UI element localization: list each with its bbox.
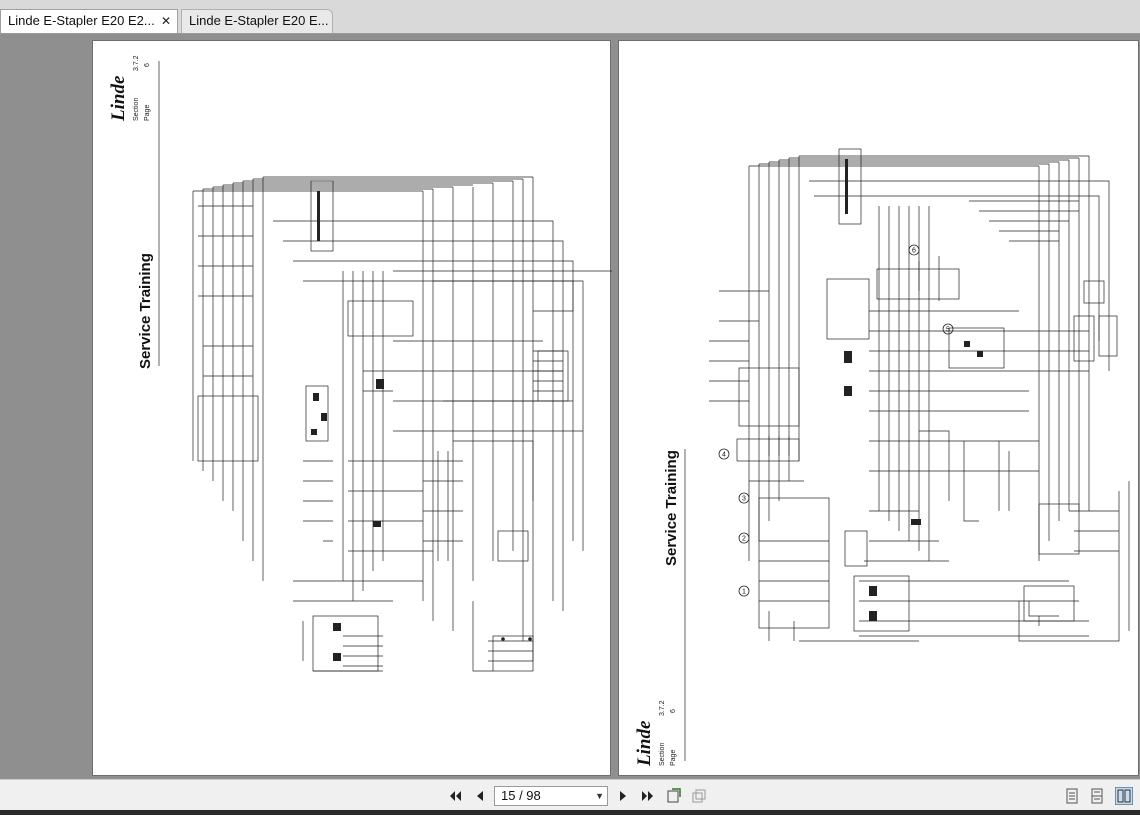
single-page-icon[interactable] [1064,788,1080,804]
close-icon[interactable]: ✕ [159,10,173,32]
section-value: 3.7.2 [133,55,140,71]
page-label: Page [670,749,677,766]
page-number-select[interactable]: 15 / 98 ▼ [494,786,608,806]
previous-page-icon[interactable] [472,788,488,804]
page-right: 6 5 4 3 2 1 Service Training Linde Secti… [618,40,1139,776]
page-title: Service Training [663,450,680,566]
callout-1: 1 [742,589,746,596]
first-page-icon[interactable] [447,788,463,804]
fit-page-icon[interactable] [691,788,707,804]
document-viewer[interactable]: Linde Section Page 3.7.2 6 Service Train… [0,34,1140,779]
tab-label: Linde E-Stapler E20 E2... [8,13,155,28]
page-label: Page [144,104,151,121]
section-label: Section [133,97,140,121]
next-page-icon[interactable] [615,788,631,804]
callout-3: 3 [742,496,746,503]
tab-document-2[interactable]: Linde E-Stapler E20 E... [181,9,333,33]
two-page-icon[interactable] [1115,787,1133,805]
page-indicator: 15 / 98 [501,788,541,803]
tab-bar: Linde E-Stapler E20 E2... ✕ Linde E-Stap… [0,0,1140,34]
section-value: 3.7.2 [659,700,666,716]
callout-4: 4 [722,452,726,459]
linde-logo: Linde [634,720,655,766]
fit-width-icon[interactable] [666,788,682,804]
linde-logo: Linde [108,75,129,121]
page-value: 6 [670,709,677,713]
taskbar-strip [0,810,1140,815]
page-left: Linde Section Page 3.7.2 6 Service Train… [92,40,612,776]
wiring-diagram-left [158,61,612,672]
callout-5: 5 [946,327,950,334]
tab-document-1[interactable]: Linde E-Stapler E20 E2... ✕ [0,9,178,33]
chevron-down-icon: ▼ [595,791,604,801]
page-value: 6 [144,63,151,67]
tab-label: Linde E-Stapler E20 E... [189,13,329,28]
wiring-diagram-right: 6 5 4 3 2 1 [684,148,1130,761]
section-label: Section [659,742,666,766]
continuous-icon[interactable] [1089,788,1105,804]
page-title: Service Training [137,253,154,369]
callout-6: 6 [912,248,916,255]
bottom-toolbar: 15 / 98 ▼ [0,779,1140,812]
last-page-icon[interactable] [640,788,656,804]
callout-2: 2 [742,536,746,543]
